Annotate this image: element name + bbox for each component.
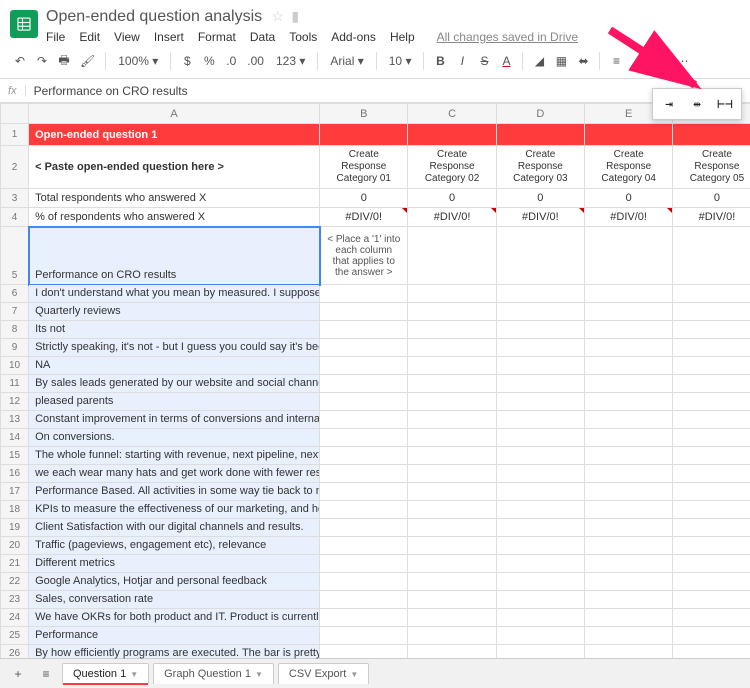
wrap-icon[interactable]: ↩	[650, 50, 670, 72]
select-all-cell[interactable]	[1, 104, 29, 124]
sheets-logo	[10, 10, 38, 38]
font-size-select[interactable]: 10 ▾	[383, 54, 418, 68]
distribute-columns-icon[interactable]: ⇹	[685, 93, 709, 115]
row-header[interactable]: 22	[1, 573, 29, 591]
row-header[interactable]: 25	[1, 627, 29, 645]
row-header[interactable]: 16	[1, 465, 29, 483]
redo-icon[interactable]: ↷	[32, 50, 52, 72]
row-header[interactable]: 7	[1, 303, 29, 321]
formula-input[interactable]: Performance on CRO results	[26, 84, 750, 98]
fill-color-icon[interactable]: ◢	[529, 50, 549, 72]
row-header[interactable]: 15	[1, 447, 29, 465]
tab-graph-question-1[interactable]: Graph Question 1▼	[153, 663, 274, 684]
row-header[interactable]: 4	[1, 208, 29, 227]
document-title[interactable]: Open-ended question analysis	[46, 8, 262, 26]
row-header[interactable]: 17	[1, 483, 29, 501]
number-format-select[interactable]: 123 ▾	[270, 54, 311, 68]
strikethrough-icon[interactable]: S	[474, 50, 494, 72]
menu-help[interactable]: Help	[390, 30, 415, 44]
row-header[interactable]: 14	[1, 429, 29, 447]
row-header[interactable]: 9	[1, 339, 29, 357]
increase-decimal-button[interactable]: .00	[243, 50, 268, 72]
row-header[interactable]: 8	[1, 321, 29, 339]
toolbar: ↶ ↷ 🖶 🖌 100% ▾ $ % .0 .00 123 ▾ Arial ▾ …	[0, 44, 750, 79]
menu-data[interactable]: Data	[250, 30, 275, 44]
row-header[interactable]: 10	[1, 357, 29, 375]
row-header[interactable]: 2	[1, 146, 29, 189]
merge-icon[interactable]: ⬌	[573, 50, 593, 72]
zoom-select[interactable]: 100% ▾	[112, 54, 164, 68]
row-header[interactable]: 11	[1, 375, 29, 393]
paint-format-icon[interactable]: 🖌	[76, 50, 99, 72]
currency-button[interactable]: $	[177, 50, 197, 72]
font-select[interactable]: Arial ▾	[324, 54, 369, 68]
fit-column-icon[interactable]: ⇥	[657, 93, 681, 115]
col-header-a[interactable]: A	[29, 104, 320, 124]
row-header[interactable]: 1	[1, 124, 29, 146]
row-header[interactable]: 20	[1, 537, 29, 555]
decrease-decimal-button[interactable]: .0	[221, 50, 241, 72]
bold-icon[interactable]: B	[430, 50, 450, 72]
percent-button[interactable]: %	[199, 50, 219, 72]
row-header[interactable]: 21	[1, 555, 29, 573]
folder-icon[interactable]: ▮	[291, 8, 299, 24]
row-header[interactable]: 6	[1, 285, 29, 303]
halign-icon[interactable]: ≡	[606, 50, 626, 72]
tab-question-1[interactable]: Question 1▼	[62, 663, 149, 684]
print-icon[interactable]: 🖶	[54, 50, 74, 72]
save-status: All changes saved in Drive	[437, 30, 578, 44]
borders-icon[interactable]: ▦	[551, 50, 571, 72]
row-header[interactable]: 23	[1, 591, 29, 609]
row-header[interactable]: 18	[1, 501, 29, 519]
menu-insert[interactable]: Insert	[154, 30, 184, 44]
menu-file[interactable]: File	[46, 30, 65, 44]
more-icon[interactable]: ⋯	[672, 50, 692, 72]
col-header-d[interactable]: D	[496, 104, 584, 124]
tab-csv-export[interactable]: CSV Export▼	[278, 663, 369, 684]
row-header[interactable]: 13	[1, 411, 29, 429]
row-header[interactable]: 5	[1, 227, 29, 285]
menu-edit[interactable]: Edit	[79, 30, 100, 44]
add-sheet-button[interactable]: +	[6, 663, 30, 685]
col-header-c[interactable]: C	[408, 104, 496, 124]
sheet-tabs: + ≡ Question 1▼ Graph Question 1▼ CSV Ex…	[0, 658, 750, 688]
text-color-icon[interactable]: A	[496, 50, 516, 72]
column-resize-popup: ⇥ ⇹ ⊢⊣	[652, 88, 742, 120]
row-header[interactable]: 19	[1, 519, 29, 537]
undo-icon[interactable]: ↶	[10, 50, 30, 72]
spreadsheet-grid[interactable]: A B C D E F G 1Open-ended question 12< P…	[0, 103, 750, 661]
menu-view[interactable]: View	[114, 30, 140, 44]
menu-format[interactable]: Format	[198, 30, 236, 44]
valign-icon[interactable]: ↕	[628, 50, 648, 72]
row-header[interactable]: 24	[1, 609, 29, 627]
hide-column-icon[interactable]: ⊢⊣	[713, 93, 737, 115]
italic-icon[interactable]: I	[452, 50, 472, 72]
menu-tools[interactable]: Tools	[289, 30, 317, 44]
all-sheets-button[interactable]: ≡	[34, 663, 58, 685]
star-icon[interactable]: ☆	[272, 8, 285, 24]
row-header[interactable]: 12	[1, 393, 29, 411]
fx-label: fx	[0, 85, 26, 97]
row-header[interactable]: 3	[1, 189, 29, 208]
col-header-b[interactable]: B	[320, 104, 408, 124]
menu-addons[interactable]: Add-ons	[331, 30, 376, 44]
